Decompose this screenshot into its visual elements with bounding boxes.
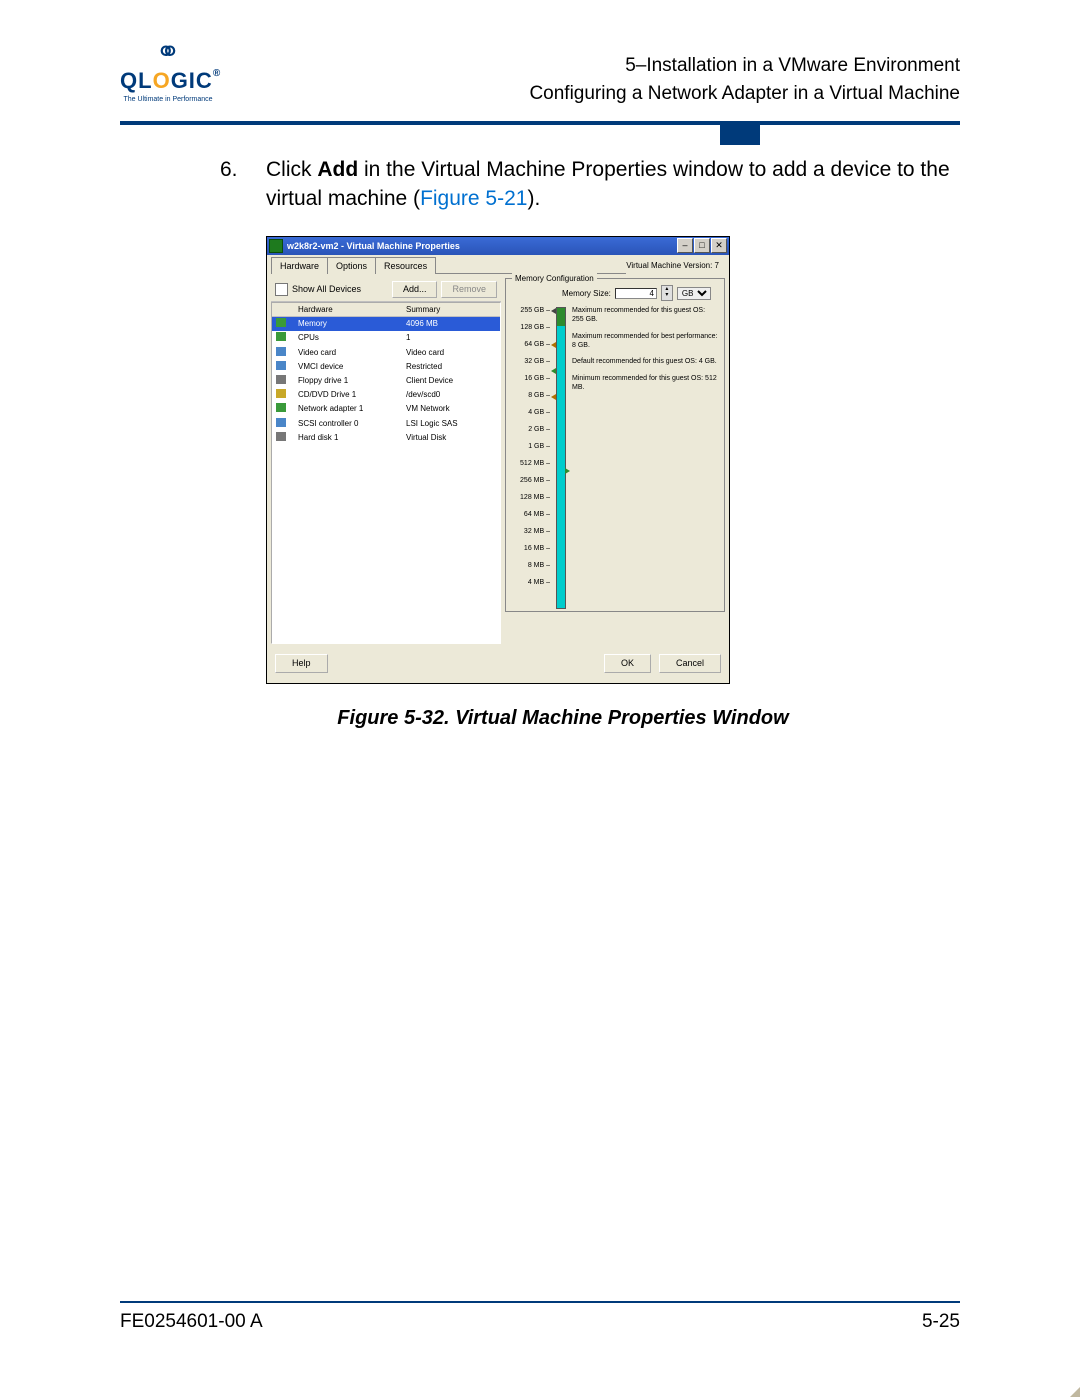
logo: ⚭ QLOGIC® The Ultimate in Performance: [120, 38, 216, 103]
memory-spinner[interactable]: ▴▾: [661, 285, 673, 301]
window-title: w2k8r2-vm2 - Virtual Machine Properties: [287, 240, 676, 253]
vm-icon: [269, 239, 283, 253]
ok-button[interactable]: OK: [604, 654, 651, 673]
tab-resources[interactable]: Resources: [375, 257, 436, 275]
vm-properties-window: w2k8r2-vm2 - Virtual Machine Properties …: [266, 236, 730, 684]
memory-notes: Maximum recommended for this guest OS: 2…: [572, 307, 718, 609]
hardware-row[interactable]: Hard disk 1Virtual Disk: [272, 431, 500, 445]
close-button[interactable]: ✕: [711, 238, 727, 253]
hardware-row[interactable]: Floppy drive 1Client Device: [272, 374, 500, 388]
marker-perf-icon: [551, 342, 556, 348]
hardware-row[interactable]: Memory4096 MB: [272, 317, 500, 331]
hardware-row[interactable]: SCSI controller 0LSI Logic SAS: [272, 417, 500, 431]
memory-group-label: Memory Configuration: [512, 273, 597, 284]
show-all-checkbox[interactable]: [275, 283, 288, 296]
remove-button[interactable]: Remove: [441, 281, 497, 298]
vm-version: Virtual Machine Version: 7: [626, 257, 725, 275]
memory-unit-select[interactable]: GB: [677, 287, 711, 300]
add-button[interactable]: Add...: [392, 281, 438, 298]
memory-scale: 255 GB –128 GB –64 GB –32 GB –16 GB –8 G…: [512, 307, 550, 607]
memory-size-input[interactable]: [615, 288, 657, 299]
memory-slider[interactable]: [556, 307, 566, 609]
slider-thumb-icon[interactable]: [565, 468, 570, 474]
marker-default-icon: [551, 368, 556, 374]
resize-grip-icon[interactable]: [1070, 1387, 1080, 1397]
tab-hardware[interactable]: Hardware: [271, 257, 328, 275]
minimize-button[interactable]: –: [677, 238, 693, 253]
step-6: 6. Click Add in the Virtual Machine Prop…: [220, 155, 960, 214]
chapter-heading: 5–Installation in a VMware Environment C…: [232, 38, 960, 107]
show-all-label: Show All Devices: [292, 283, 361, 296]
hardware-row[interactable]: VMCI deviceRestricted: [272, 360, 500, 374]
hardware-row[interactable]: CPUs1: [272, 331, 500, 345]
hardware-row[interactable]: Video cardVideo card: [272, 346, 500, 360]
figure-link[interactable]: Figure 5-21: [420, 187, 527, 210]
marker-max-icon: [551, 308, 556, 314]
memory-size-label: Memory Size:: [562, 288, 611, 299]
page-number: 5-25: [922, 1311, 960, 1333]
hardware-row[interactable]: Network adapter 1VM Network: [272, 402, 500, 416]
hardware-list[interactable]: HardwareSummary Memory4096 MBCPUs1Video …: [271, 302, 501, 644]
tab-options[interactable]: Options: [327, 257, 376, 275]
figure-caption: Figure 5-32. Virtual Machine Properties …: [166, 704, 960, 732]
cancel-button[interactable]: Cancel: [659, 654, 721, 673]
help-button[interactable]: Help: [275, 654, 328, 673]
doc-number: FE0254601-00 A: [120, 1311, 263, 1333]
maximize-button[interactable]: □: [694, 238, 710, 253]
marker-min-icon: [551, 394, 556, 400]
hardware-row[interactable]: CD/DVD Drive 1/dev/scd0: [272, 388, 500, 402]
